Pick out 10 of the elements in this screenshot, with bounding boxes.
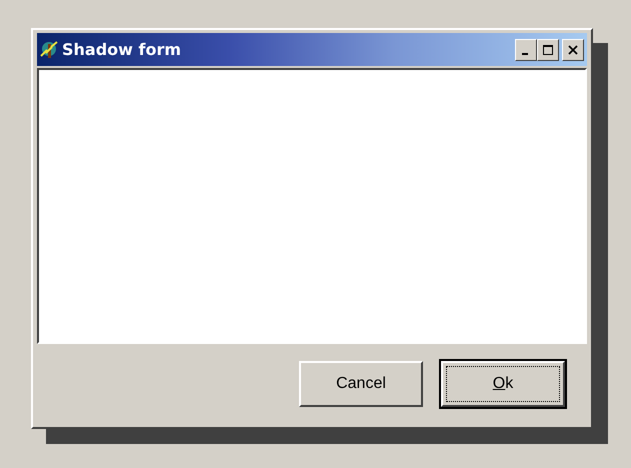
dialog-button[interactable]: Ok — [441, 360, 565, 406]
close-button[interactable] — [562, 38, 584, 60]
dialog-button[interactable]: Cancel — [299, 360, 423, 406]
close-icon — [568, 44, 578, 54]
maximize-icon — [543, 44, 553, 54]
maximize-button[interactable] — [537, 38, 559, 60]
app-icon — [40, 40, 58, 58]
minimize-button[interactable] — [515, 38, 537, 60]
window-title: Shadow form — [62, 40, 182, 59]
minimize-icon — [522, 52, 528, 54]
